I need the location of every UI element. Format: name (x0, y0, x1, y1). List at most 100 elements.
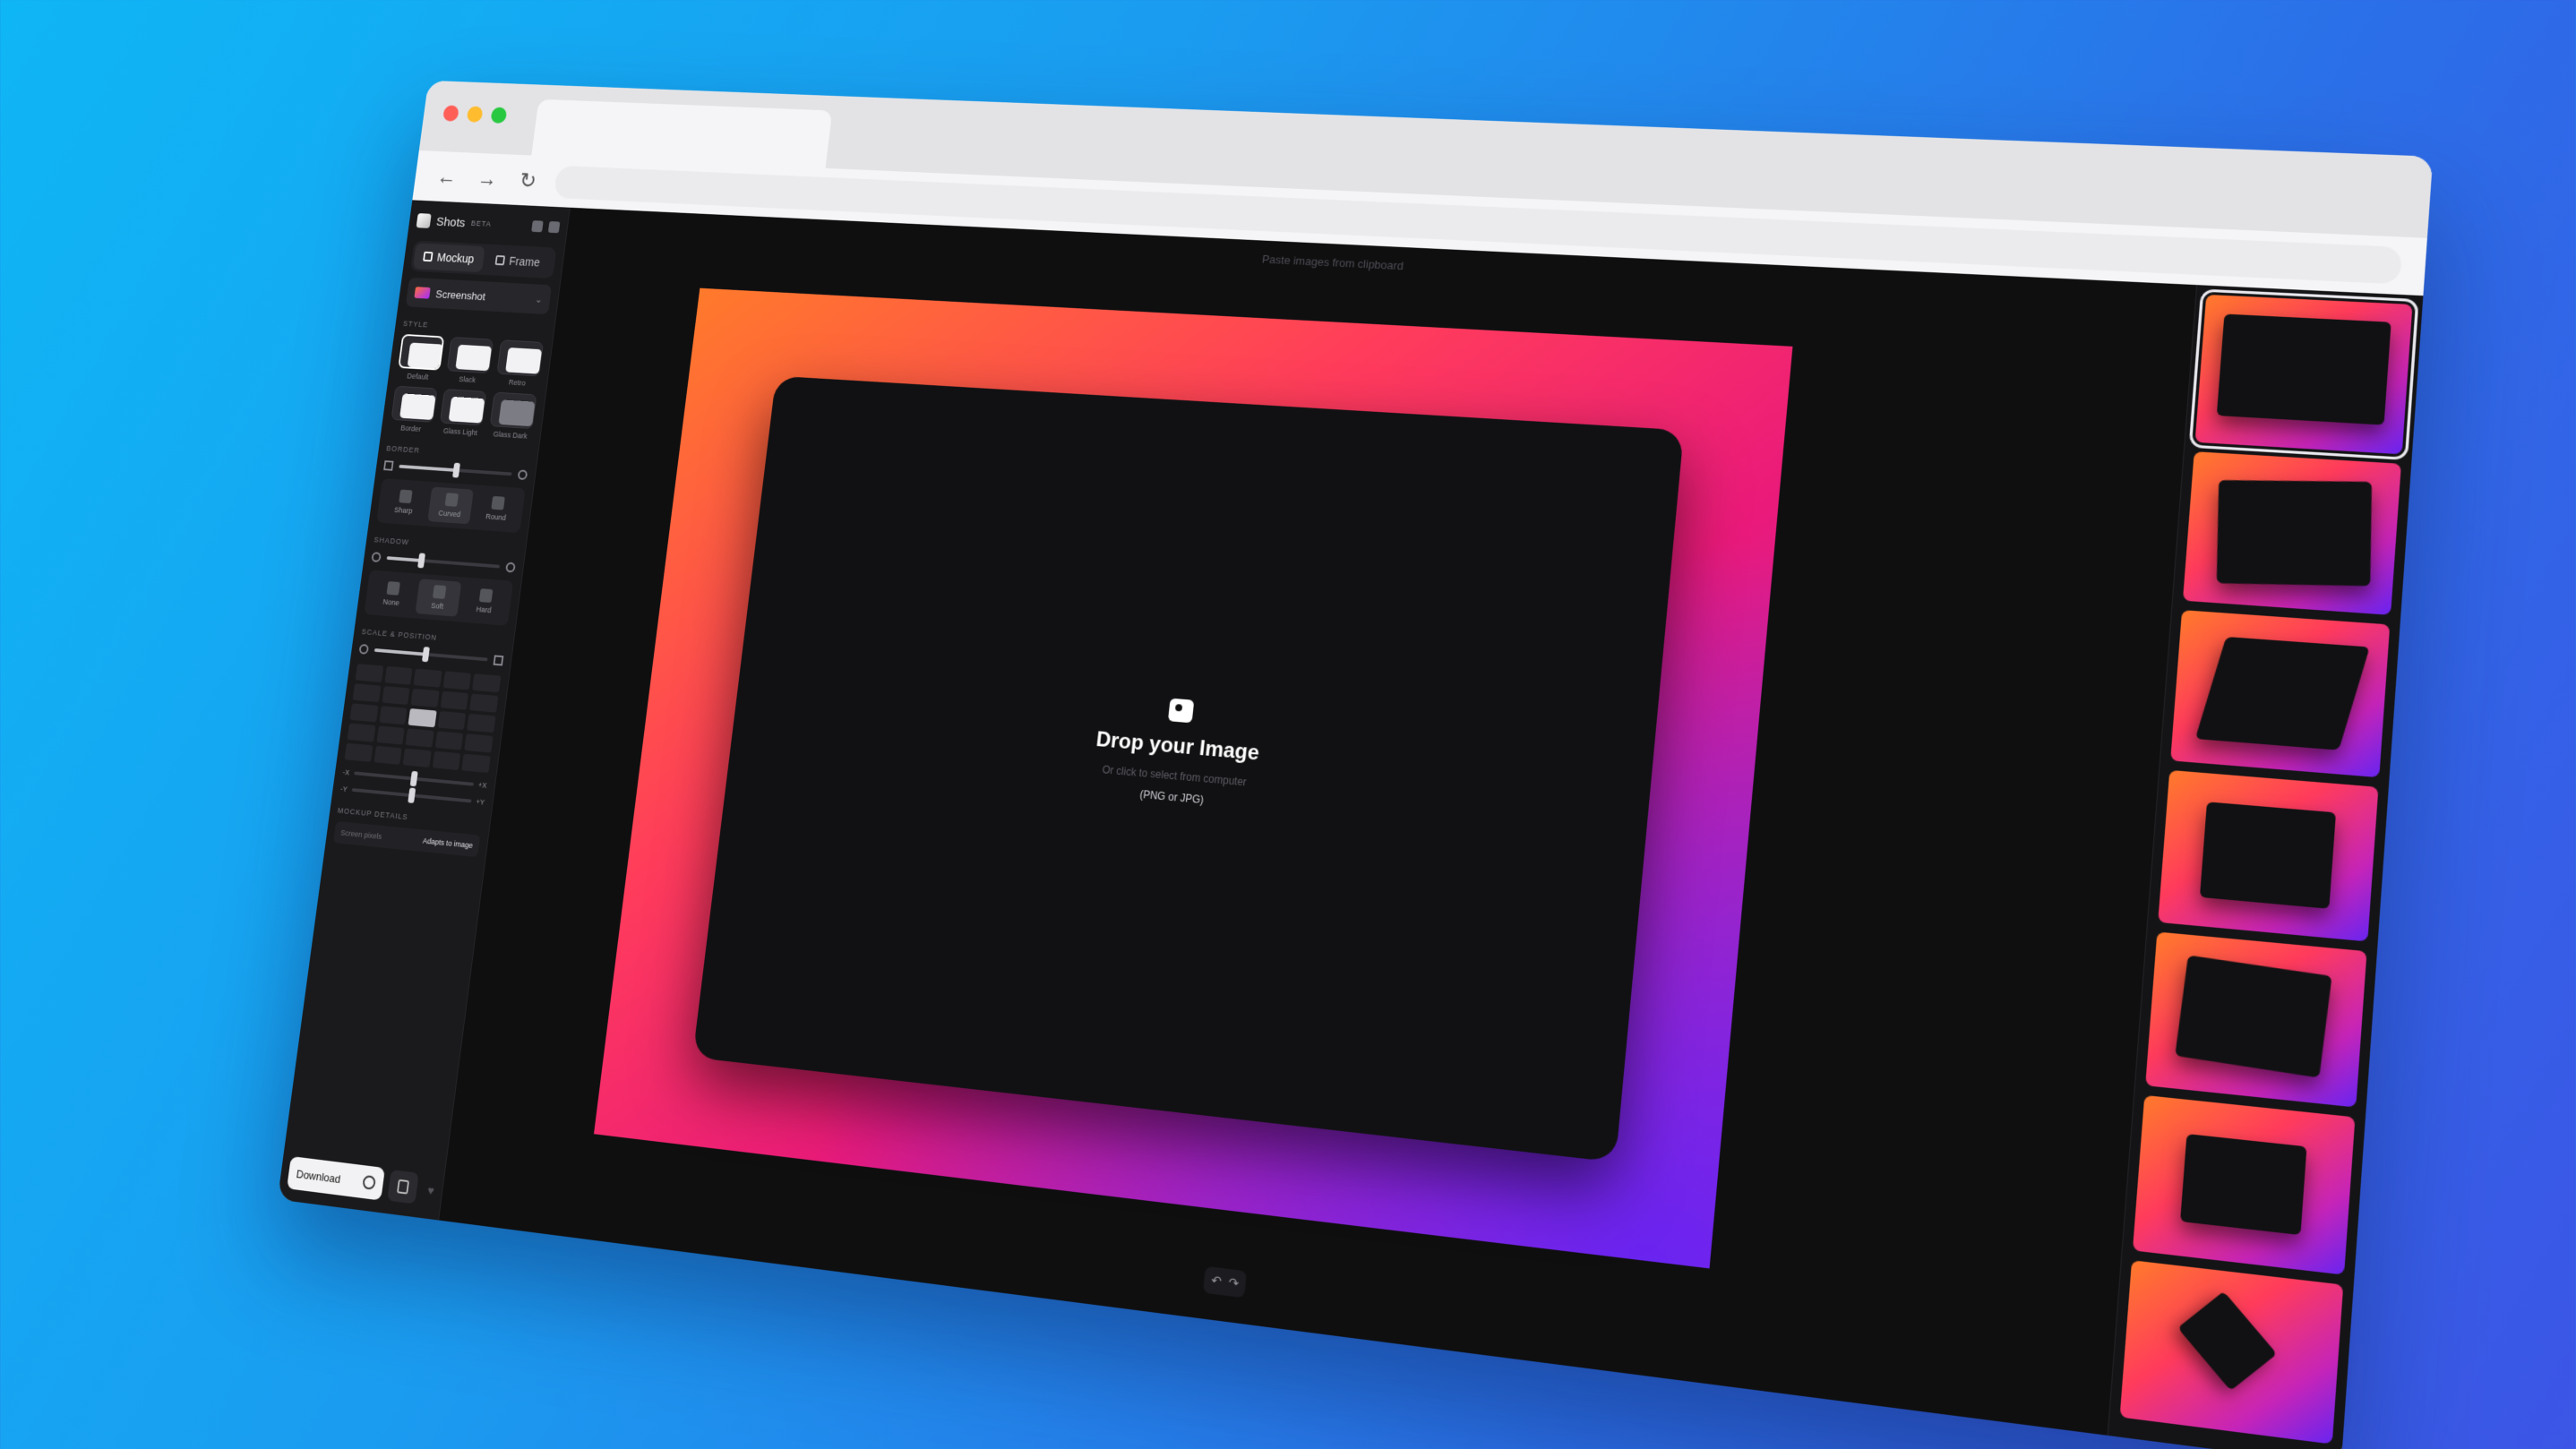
position-cell[interactable] (349, 703, 379, 723)
tab-mockup[interactable]: Mockup (412, 243, 485, 273)
position-cell[interactable] (410, 688, 440, 707)
device-select[interactable]: Screenshot ⌄ (405, 277, 553, 315)
image-icon (1167, 698, 1195, 724)
border-curved-button[interactable]: Curved (427, 486, 474, 525)
round-corner-icon (517, 469, 528, 481)
style-preview (398, 333, 445, 371)
position-cell[interactable] (440, 690, 469, 710)
position-cell[interactable] (472, 673, 502, 693)
position-cell[interactable] (434, 731, 464, 750)
canvas: Paste images from clipboard Drop your Im… (439, 208, 2196, 1436)
none-icon (386, 581, 400, 596)
style-glass-dark[interactable]: Glass Dark (487, 391, 537, 441)
slider-knob[interactable] (409, 770, 418, 787)
maximize-window-button[interactable] (490, 107, 508, 124)
drop-title: Drop your Image (1095, 727, 1261, 766)
opt-label: Curved (437, 509, 461, 519)
preset-screen (2177, 1290, 2278, 1391)
paste-hint: Paste images from clipboard (1261, 252, 1404, 273)
drop-zone[interactable]: Drop your Image Or click to select from … (692, 375, 1685, 1162)
copy-button[interactable] (386, 1169, 419, 1205)
position-cell[interactable] (402, 748, 432, 767)
style-options: Default Slack Retro Border Glass Light G… (389, 333, 545, 441)
position-cell[interactable] (382, 685, 410, 706)
tab-frame[interactable]: Frame (481, 246, 554, 276)
frame-icon (494, 254, 506, 266)
position-cell[interactable] (355, 664, 384, 682)
style-slack[interactable]: Slack (445, 337, 494, 385)
x-offset-slider[interactable] (354, 770, 474, 787)
position-cell-selected[interactable] (408, 708, 437, 728)
grid-icon[interactable] (547, 221, 561, 234)
slider-knob[interactable] (451, 462, 460, 478)
preset-thumb[interactable] (2170, 610, 2391, 778)
border-sharp-button[interactable]: Sharp (382, 484, 427, 521)
border-section-label: BORDER (385, 443, 421, 455)
preset-thumb[interactable] (2145, 931, 2367, 1108)
shadow-hard-button[interactable]: Hard (461, 582, 508, 621)
x-max-label: +X (477, 780, 488, 790)
preset-thumb[interactable] (2158, 769, 2379, 942)
preset-thumb-selected[interactable] (2188, 288, 2419, 461)
undo-icon[interactable]: ↶ (1210, 1273, 1223, 1290)
style-border[interactable]: Border (389, 385, 438, 434)
position-cell[interactable] (376, 725, 405, 745)
slider-knob[interactable] (421, 647, 430, 663)
position-cell[interactable] (405, 728, 434, 748)
opt-label: Hard (476, 604, 492, 615)
download-icon (361, 1174, 376, 1190)
position-cell[interactable] (437, 710, 467, 731)
tab-frame-label: Frame (508, 253, 541, 270)
soft-icon (432, 585, 446, 599)
position-cell[interactable] (432, 750, 461, 771)
screenshot-thumb-icon (414, 287, 431, 299)
position-cell[interactable] (442, 671, 472, 690)
drop-subtitle: Or click to select from computer (1101, 763, 1248, 789)
reload-icon[interactable]: ↻ (512, 166, 544, 196)
style-default[interactable]: Default (396, 333, 445, 382)
position-cell[interactable] (374, 745, 402, 765)
back-arrow-icon[interactable]: ← (432, 162, 462, 193)
mode-tabs: Mockup Frame (410, 240, 557, 279)
position-cell[interactable] (352, 683, 382, 703)
position-cell[interactable] (347, 723, 376, 742)
forward-arrow-icon[interactable]: → (472, 164, 502, 194)
preset-thumb[interactable] (2182, 451, 2401, 615)
chat-icon[interactable] (531, 220, 544, 233)
style-glass-light[interactable]: Glass Light (438, 389, 487, 437)
shadow-none-button[interactable]: None (369, 575, 415, 613)
mockup-icon (423, 251, 434, 262)
slider-knob[interactable] (416, 553, 425, 569)
scale-slider-row (358, 643, 504, 666)
position-cell[interactable] (383, 665, 413, 685)
position-cell[interactable] (467, 713, 496, 733)
slider-knob[interactable] (408, 787, 416, 803)
position-cell[interactable] (379, 706, 408, 725)
border-round-button[interactable]: Round (474, 490, 520, 527)
preset-thumb[interactable] (2132, 1094, 2356, 1275)
opt-label: None (382, 597, 400, 607)
redo-icon[interactable]: ↷ (1228, 1274, 1240, 1291)
shadow-slider[interactable] (386, 553, 501, 569)
scale-min-icon (358, 643, 370, 655)
shadow-soft-button[interactable]: Soft (415, 579, 462, 617)
style-retro[interactable]: Retro (494, 339, 545, 388)
minimize-window-button[interactable] (466, 106, 484, 123)
scale-max-icon (493, 655, 504, 666)
close-window-button[interactable] (442, 105, 459, 122)
position-cell[interactable] (464, 733, 494, 753)
y-offset-slider[interactable] (351, 787, 472, 803)
heart-icon[interactable]: ♥ (426, 1183, 434, 1197)
position-cell[interactable] (344, 742, 374, 762)
scale-slider[interactable] (374, 647, 488, 663)
preset-thumb[interactable] (2119, 1260, 2344, 1445)
position-cell[interactable] (413, 668, 442, 688)
download-button[interactable]: Download (287, 1155, 385, 1201)
border-radius-slider[interactable] (399, 462, 512, 478)
position-cell[interactable] (469, 693, 499, 713)
opt-label: Soft (430, 601, 444, 611)
sidebar-footer: Download ♥ (287, 1155, 436, 1207)
position-cell[interactable] (461, 753, 491, 774)
shadow-options: None Soft Hard (364, 570, 514, 626)
style-label: Glass Dark (493, 429, 528, 441)
